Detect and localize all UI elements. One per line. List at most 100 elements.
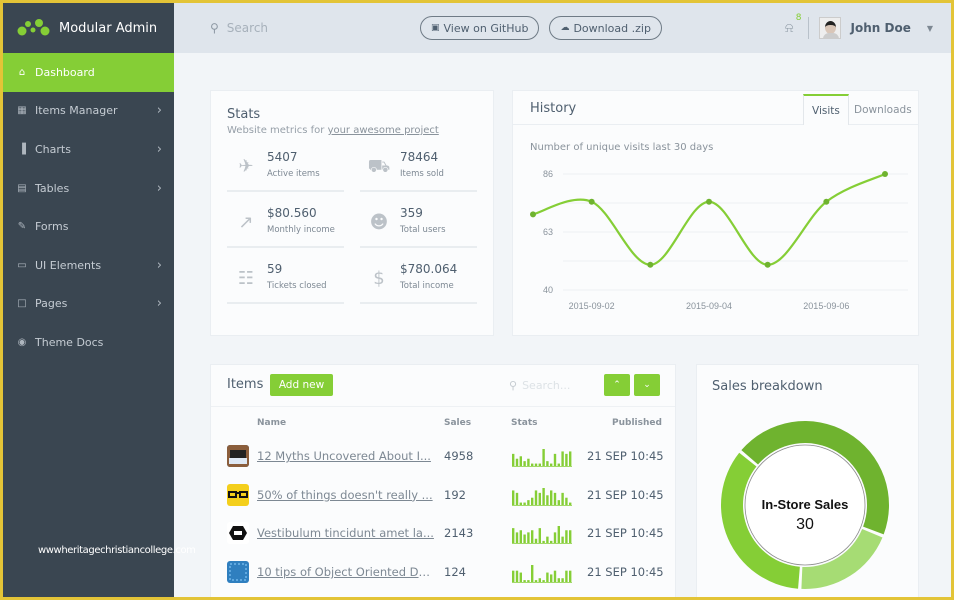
avatar[interactable]: [818, 17, 841, 39]
data-point[interactable]: [882, 171, 888, 177]
sparkline-bar: [565, 570, 568, 583]
sparkline: [512, 449, 572, 467]
data-point[interactable]: [764, 261, 771, 268]
data-point[interactable]: [530, 211, 536, 218]
view-github-label: View on GitHub: [443, 21, 529, 35]
sparkline-bar: [569, 451, 572, 466]
sidebar-item-forms[interactable]: ✎ Forms: [3, 207, 174, 246]
sparkline-bar: [527, 458, 530, 466]
sparkline-bar: [512, 490, 515, 505]
item-published: 21 SEP 10:45: [587, 526, 664, 541]
item-name-link[interactable]: 10 tips of Object Oriented De...: [257, 565, 435, 579]
rocket-icon: ✈: [238, 156, 254, 177]
y-tick-label: 40: [543, 285, 553, 295]
sparkline-bar: [519, 456, 522, 466]
item-thumbnail[interactable]: [227, 522, 249, 545]
data-point[interactable]: [588, 198, 595, 205]
item-thumbnail[interactable]: [227, 445, 249, 467]
sparkline-bar: [542, 541, 545, 544]
item-thumbnail[interactable]: [227, 561, 249, 584]
grid-icon: ▦: [17, 105, 27, 117]
collapse-up-button[interactable]: ⌃: [604, 374, 630, 396]
y-tick-label: 63: [543, 227, 553, 237]
x-tick-label: 2015-09-06: [803, 301, 849, 311]
header-search[interactable]: ⚲ Search: [210, 21, 420, 35]
sparkline-bar: [561, 537, 564, 544]
brand-name: Modular Admin: [59, 20, 158, 36]
sidebar-item-tables[interactable]: ▤ Tables ›: [3, 169, 174, 208]
tab-downloads[interactable]: Downloads: [846, 94, 920, 125]
sidebar-item-label: Pages: [35, 297, 68, 311]
sparkline-bar: [523, 502, 526, 505]
table-row: Vestibulum tincidunt amet la... 2143 21 SE…: [211, 518, 677, 556]
sales-breakdown-title: Sales breakdown: [712, 379, 823, 394]
stats-title: Stats: [227, 107, 261, 122]
item-name-link[interactable]: Vestibulum tincidunt amet la...: [257, 526, 435, 540]
sparkline-bar: [519, 572, 522, 583]
sparkline: [512, 487, 572, 506]
sidebar-item-ui-elements[interactable]: ▭ UI Elements ›: [3, 246, 174, 285]
sidebar-item-charts[interactable]: ▐ Charts ›: [3, 130, 174, 169]
sales-breakdown-card: Sales breakdown In-Store Sales 30: [696, 364, 919, 597]
cart-icon: ⛟: [367, 156, 391, 177]
sparkline-bar: [531, 497, 534, 505]
sparkline-bar: [542, 580, 545, 583]
item-published: 21 SEP 10:45: [587, 565, 664, 580]
expand-down-button[interactable]: ⌄: [634, 374, 660, 396]
sidebar-item-items-manager[interactable]: ▦ Items Manager ›: [3, 92, 174, 131]
edit-icon: ✎: [17, 221, 27, 233]
sparkline-bar: [553, 532, 557, 544]
sidebar-item-dashboard[interactable]: ⌂ Dashboard: [3, 53, 174, 92]
file-icon: □: [17, 298, 27, 310]
sparkline-bar: [550, 574, 553, 583]
stat-label: Items sold: [400, 169, 444, 179]
sidebar-item-theme-docs[interactable]: ◉ Theme Docs: [3, 323, 174, 362]
data-point[interactable]: [647, 261, 654, 268]
sparkline: [512, 526, 572, 545]
items-card: Items Add new ⚲ Search... ⌃ ⌄ Name Sales…: [210, 364, 676, 597]
item-name-link[interactable]: 12 Myths Uncovered About I...: [257, 449, 435, 463]
sparkline-bar: [534, 539, 538, 544]
caret-down-icon[interactable]: ▼: [927, 24, 933, 33]
column-header-stats[interactable]: Stats: [511, 418, 538, 428]
tab-visits[interactable]: Visits: [803, 94, 849, 125]
sparkline-bar: [519, 530, 522, 544]
sparkline-bar: [538, 578, 541, 583]
sparkline-bar: [553, 570, 557, 583]
user-name[interactable]: John Doe: [851, 21, 911, 35]
item-thumbnail[interactable]: [227, 483, 249, 506]
sidebar-item-label: Items Manager: [35, 104, 118, 118]
column-header-name[interactable]: Name: [257, 418, 286, 428]
stat-value: 359: [400, 206, 423, 220]
sparkline-bar: [538, 492, 541, 505]
download-zip-button[interactable]: ☁ Download .zip: [549, 16, 662, 40]
project-link[interactable]: your awesome project: [328, 125, 439, 136]
view-github-button[interactable]: ▣ View on GitHub: [420, 16, 540, 40]
sparkline-bar: [527, 532, 530, 544]
items-search-input[interactable]: Search...: [522, 379, 570, 392]
sparkline-bar: [534, 580, 538, 583]
item-sales: 192: [444, 487, 466, 502]
stat-item: ⛟ 78464 Items sold: [360, 148, 477, 192]
sparkline-bar: [550, 463, 553, 466]
column-header-published[interactable]: Published: [612, 418, 662, 428]
stat-label: Active items: [267, 169, 320, 179]
brand[interactable]: Modular Admin: [3, 3, 174, 53]
sidebar-item-pages[interactable]: □ Pages ›: [3, 285, 174, 324]
notifications-button[interactable]: ⍾ 8: [785, 13, 802, 36]
search-input[interactable]: Search: [227, 21, 268, 35]
bar-chart-icon: ▐: [18, 143, 26, 155]
sidebar-item-label: UI Elements: [35, 258, 102, 272]
data-point[interactable]: [706, 198, 712, 205]
sparkline-bar: [550, 490, 553, 505]
item-name-link[interactable]: 50% of things doesn't really ...: [257, 488, 435, 502]
items-search[interactable]: ⚲ Search...: [509, 379, 570, 392]
data-point[interactable]: [823, 198, 830, 205]
stats-subtitle: Website metrics for your awesome project: [227, 125, 439, 136]
x-tick-label: 2015-09-04: [686, 301, 732, 311]
stat-label: Monthly income: [267, 225, 335, 235]
sparkline-bar: [515, 492, 519, 505]
column-header-sales[interactable]: Sales: [444, 418, 471, 428]
add-new-button[interactable]: Add new: [270, 374, 333, 396]
sparkline-bar: [542, 449, 545, 466]
